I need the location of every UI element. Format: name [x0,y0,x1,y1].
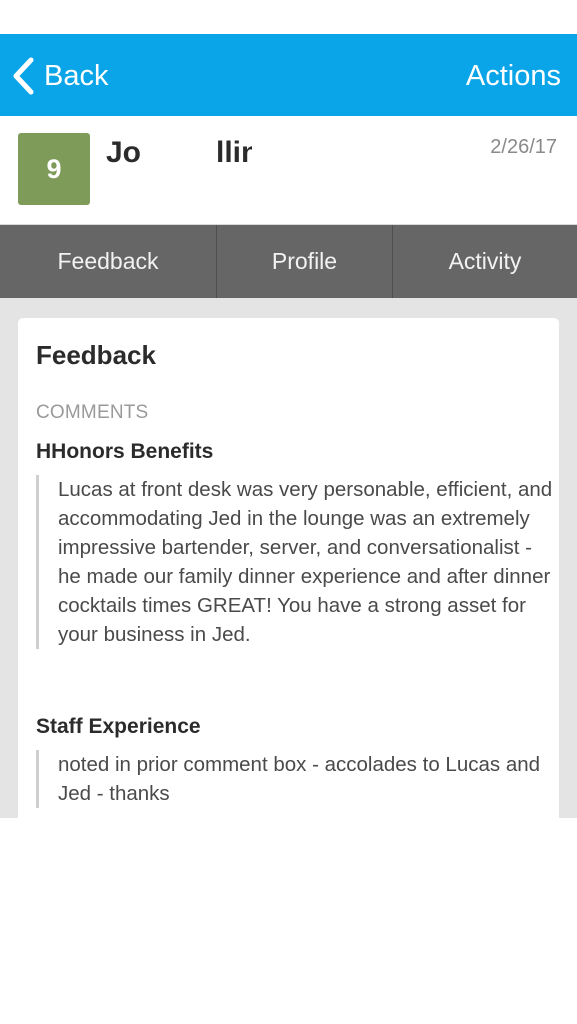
comment-answer: noted in prior comment box - accolades t… [36,750,558,808]
status-bar-area [0,0,577,34]
chevron-left-icon [12,57,34,95]
back-label: Back [44,59,109,92]
content-area[interactable]: Feedback COMMENTS HHonors Benefits Lucas… [0,298,577,818]
back-button[interactable]: Back [12,56,108,96]
card-title: Feedback [36,340,156,370]
tab-feedback[interactable]: Feedback [0,225,217,298]
score-badge: 9 [18,133,90,205]
feedback-card: Feedback COMMENTS HHonors Benefits Lucas… [18,318,559,818]
comment-question: HHonors Benefits [36,440,214,463]
feedback-date: 2/26/17 [490,136,557,158]
comment-question: Staff Experience [36,715,201,738]
tab-bar: Feedback Profile Activity [0,225,577,298]
comments-section-label: COMMENTS [36,402,149,423]
navigation-bar: Back Actions [0,34,577,116]
tab-profile[interactable]: Profile [217,225,393,298]
actions-button[interactable]: Actions [466,56,561,96]
redaction-mask [252,136,342,176]
redaction-mask [146,136,216,176]
tab-activity[interactable]: Activity [393,225,577,298]
comment-answer: Lucas at front desk was very personable,… [36,475,558,649]
blank-area [0,818,577,1024]
